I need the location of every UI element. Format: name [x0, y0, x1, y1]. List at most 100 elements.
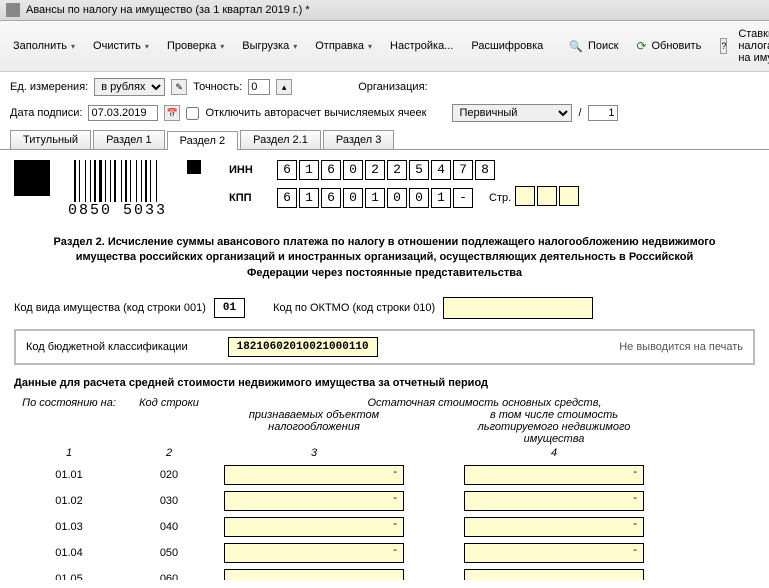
value-input[interactable] [224, 569, 404, 580]
digit-cell[interactable]: 2 [365, 160, 385, 180]
toolbar: Заполнить Очистить Проверка Выгрузка Отп… [0, 21, 769, 72]
th-code: Код строки [124, 397, 214, 445]
table-row: 01.04050-- [14, 543, 755, 563]
tab-4[interactable]: Раздел 3 [323, 130, 395, 149]
digit-cell[interactable]: 4 [431, 160, 451, 180]
tabs: ТитульныйРаздел 1Раздел 2Раздел 2.1Разде… [0, 130, 769, 150]
table-row: 01.02030-- [14, 491, 755, 511]
value-input[interactable]: - [224, 543, 404, 563]
digit-cell[interactable]: 6 [277, 188, 297, 208]
digit-cell[interactable]: 6 [321, 188, 341, 208]
unit-edit-icon[interactable]: ✎ [171, 79, 187, 95]
value-input[interactable]: - [464, 491, 644, 511]
kbk-note: Не выводится на печать [619, 341, 743, 353]
precision-stepper[interactable]: ▴ [276, 79, 292, 95]
marker-box [14, 160, 50, 196]
kbk-value[interactable]: 18210602010021000110 [228, 337, 378, 357]
table-row: 01.05060 [14, 569, 755, 580]
digit-cell[interactable]: 6 [321, 160, 341, 180]
inn-label: ИНН [229, 164, 273, 176]
help-icon[interactable]: ? [720, 38, 727, 54]
value-input[interactable]: - [464, 465, 644, 485]
digit-cell[interactable] [559, 186, 579, 206]
disable-autocalc-checkbox[interactable] [186, 107, 199, 120]
kbk-row: Код бюджетной классификации 182106020100… [14, 329, 755, 365]
decode-button[interactable]: Расшифровка [464, 36, 550, 56]
barcode: 0850 5033 [68, 160, 167, 219]
clear-button[interactable]: Очистить [86, 36, 156, 56]
digit-cell[interactable]: 6 [277, 160, 297, 180]
kpp-label: КПП [229, 192, 273, 204]
unit-select[interactable]: в рублях [94, 78, 165, 96]
tab-2[interactable]: Раздел 2 [167, 131, 239, 150]
check-button[interactable]: Проверка [160, 36, 231, 56]
disable-autocalc-label: Отключить авторасчет вычисляемых ячеек [205, 107, 426, 119]
small-marker [187, 160, 201, 174]
value-input[interactable]: - [224, 491, 404, 511]
date-picker-icon[interactable]: 📅 [164, 105, 180, 121]
oktmo-input[interactable] [443, 297, 593, 319]
slash: / [578, 107, 581, 119]
tab-1[interactable]: Раздел 1 [93, 130, 165, 149]
inn-row: ИНН 6160225478 [229, 160, 581, 180]
precision-label: Точность: [193, 81, 242, 93]
value-input[interactable]: - [464, 517, 644, 537]
value-input[interactable]: - [464, 543, 644, 563]
form-body: 0850 5033 ИНН 6160225478 КПП 61601001- С… [0, 150, 769, 580]
rates-button[interactable]: Ставки налога на иму [731, 24, 769, 68]
send-button[interactable]: Отправка [308, 36, 379, 56]
titlebar: Авансы по налогу на имущество (за 1 квар… [0, 0, 769, 21]
digit-cell[interactable]: 1 [299, 188, 319, 208]
digit-cell[interactable] [515, 186, 535, 206]
th-col3: признаваемых объектом налогообложения [214, 409, 414, 445]
kpp-row: КПП 61601001- Стр. [229, 186, 581, 209]
th-col4: в том числе стоимость льготируемого недв… [454, 409, 654, 445]
digit-cell[interactable]: 0 [343, 160, 363, 180]
page-label: Стр. [489, 192, 511, 204]
refresh-button[interactable]: Обновить [629, 35, 708, 57]
setup-button[interactable]: Настройка... [383, 36, 460, 56]
th-date: По состоянию на: [14, 397, 124, 445]
header-row: 0850 5033 ИНН 6160225478 КПП 61601001- С… [14, 160, 755, 219]
table-colnum: 1 2 3 4 [14, 447, 755, 459]
correction-number[interactable] [588, 105, 618, 121]
digit-cell[interactable]: 1 [299, 160, 319, 180]
digit-cell[interactable]: 0 [409, 188, 429, 208]
digit-cell[interactable]: 8 [475, 160, 495, 180]
property-code-row: Код вида имущества (код строки 001) 01 К… [14, 297, 755, 319]
table-row: 01.03040-- [14, 517, 755, 537]
oktmo-label: Код по ОКТМО (код строки 010) [273, 302, 435, 314]
params-row-1: Ед. измерения: в рублях ✎ Точность: ▴ Ор… [0, 72, 769, 102]
digit-cell[interactable]: - [453, 188, 473, 208]
value-input[interactable] [464, 569, 644, 580]
value-input[interactable]: - [224, 465, 404, 485]
digit-cell[interactable]: 5 [409, 160, 429, 180]
precision-input[interactable] [248, 79, 270, 95]
digit-cell[interactable]: 0 [387, 188, 407, 208]
kbk-label: Код бюджетной классификации [26, 341, 188, 353]
table-header: По состоянию на: Код строки Остаточная с… [14, 397, 755, 445]
search-button[interactable]: Поиск [562, 36, 625, 57]
unit-label: Ед. измерения: [10, 81, 88, 93]
window-title: Авансы по налогу на имущество (за 1 квар… [26, 4, 310, 16]
digit-cell[interactable]: 1 [431, 188, 451, 208]
prop-code-value[interactable]: 01 [214, 298, 245, 318]
digit-cell[interactable]: 7 [453, 160, 473, 180]
value-input[interactable]: - [224, 517, 404, 537]
doc-type-select[interactable]: Первичный [452, 104, 572, 122]
tab-3[interactable]: Раздел 2.1 [240, 130, 321, 149]
fill-button[interactable]: Заполнить [6, 36, 82, 56]
upload-button[interactable]: Выгрузка [235, 36, 304, 56]
app-icon [6, 3, 20, 17]
digit-cell[interactable] [537, 186, 557, 206]
table-row: 01.01020-- [14, 465, 755, 485]
tab-0[interactable]: Титульный [10, 130, 91, 149]
digit-cell[interactable]: 2 [387, 160, 407, 180]
th-cost-top: Остаточная стоимость основных средств, [214, 397, 755, 409]
digit-cell[interactable]: 0 [343, 188, 363, 208]
barcode-text: 0850 5033 [68, 202, 167, 219]
section-title: Раздел 2. Исчисление суммы авансового пл… [44, 235, 725, 281]
digit-cell[interactable]: 1 [365, 188, 385, 208]
params-row-2: Дата подписи: 📅 Отключить авторасчет выч… [0, 102, 769, 130]
date-input[interactable] [88, 105, 158, 121]
